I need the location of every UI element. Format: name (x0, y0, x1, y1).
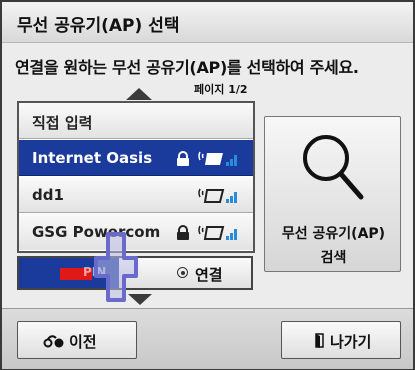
footer-bar: 이전 나가기 (2, 308, 413, 369)
scroll-down-arrow-icon[interactable] (128, 294, 152, 305)
ap-select-dialog: 무선 공유기(AP) 선택 연결을 원하는 무선 공유기(AP)를 선택하여 주… (0, 0, 415, 370)
connect-button[interactable]: 연결 (119, 258, 251, 288)
connect-label: 연결 (195, 266, 223, 284)
wifi-signal-icon (198, 225, 237, 240)
prev-label: 이전 (69, 333, 97, 351)
radio-selected-icon (177, 267, 188, 278)
page-indicator: 페이지 1/2 (194, 83, 248, 96)
ap-name: Internet Oasis (32, 149, 153, 167)
ap-name: dd1 (32, 186, 64, 204)
lock-icon (177, 151, 189, 166)
ap-search-button[interactable]: 무선 공유기(AP) 검색 (264, 116, 401, 272)
exit-door-icon (315, 333, 324, 348)
exit-button[interactable]: 나가기 (281, 321, 401, 359)
ap-list-item[interactable]: dd1 (19, 177, 253, 213)
search-icon (303, 135, 364, 200)
direct-entry-label: 직접 입력 (32, 114, 93, 132)
dialog-title: 무선 공유기(AP) 선택 (17, 16, 180, 36)
exit-label: 나가기 (330, 333, 372, 351)
prev-button[interactable]: 이전 (17, 321, 137, 359)
lock-icon (177, 225, 189, 240)
ap-list-item[interactable]: Internet Oasis (19, 140, 253, 176)
search-button-label-line1: 무선 공유기(AP) (281, 226, 386, 242)
title-bar: 무선 공유기(AP) 선택 (2, 2, 413, 43)
direct-entry-item[interactable]: 직접 입력 (19, 103, 253, 139)
search-button-label-line2: 검색 (320, 250, 347, 266)
scroll-up-arrow-icon[interactable] (126, 88, 152, 100)
pointer-cursor-icon (94, 232, 138, 302)
wifi-signal-icon (198, 188, 237, 203)
instruction-text: 연결을 원하는 무선 공유기(AP)를 선택하여 주세요. (15, 58, 359, 77)
back-icon (43, 335, 64, 348)
wifi-signal-icon (198, 151, 237, 166)
